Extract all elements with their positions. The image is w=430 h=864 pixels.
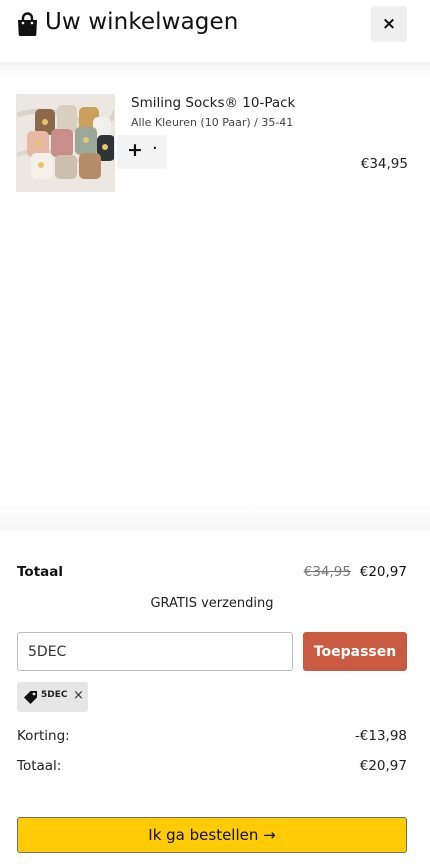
cart-footer: Totaal €34,95 €20,97 GRATIS verzending T… — [0, 530, 430, 864]
shipping-note: GRATIS verzending — [150, 596, 274, 611]
total-row: Totaal €34,95 €20,97 — [17, 564, 407, 584]
discounted-total: €20,97 — [359, 564, 407, 580]
close-button[interactable]: × — [371, 6, 407, 42]
apply-button[interactable]: Toepassen — [303, 632, 407, 671]
grand-total-label: Totaal: — [17, 758, 62, 774]
product-image[interactable] — [16, 94, 115, 192]
quantity-stepper[interactable]: + · — [117, 135, 167, 169]
total-label: Totaal — [17, 564, 63, 580]
discount-value: -€13,98 — [354, 728, 407, 744]
applied-code-label: 5DEC — [41, 690, 68, 700]
header-divider — [0, 62, 430, 76]
grand-total-value: €20,97 — [359, 758, 407, 774]
product-variant: Alle Kleuren (10 Paar) / 35-41 — [131, 116, 294, 129]
product-price: €34,95 — [360, 156, 408, 172]
socks-photo — [17, 95, 114, 191]
checkout-button[interactable]: Ik ga bestellen → — [17, 817, 407, 853]
shopping-bag-icon — [18, 12, 37, 36]
cart-header: Uw winkelwagen × — [0, 0, 430, 64]
product-name[interactable]: Smiling Socks® 10-Pack — [131, 95, 295, 111]
quantity-value: · — [152, 138, 158, 159]
discount-row: Korting: -€13,98 — [17, 728, 407, 748]
cart-item: Smiling Socks® 10-Pack Alle Kleuren (10 … — [16, 94, 408, 192]
plus-icon[interactable]: + — [127, 139, 143, 161]
original-total: €34,95 — [303, 564, 351, 580]
grand-total-row: Totaal: €20,97 — [17, 758, 407, 778]
tag-icon — [24, 691, 37, 704]
close-icon: × — [381, 14, 397, 34]
cart-title: Uw winkelwagen — [45, 9, 239, 35]
remove-code-icon[interactable]: × — [73, 688, 84, 703]
applied-discount-chip: 5DEC × — [17, 682, 88, 712]
footer-divider — [0, 500, 430, 530]
discount-code-input[interactable] — [17, 632, 293, 671]
discount-label: Korting: — [17, 728, 70, 744]
